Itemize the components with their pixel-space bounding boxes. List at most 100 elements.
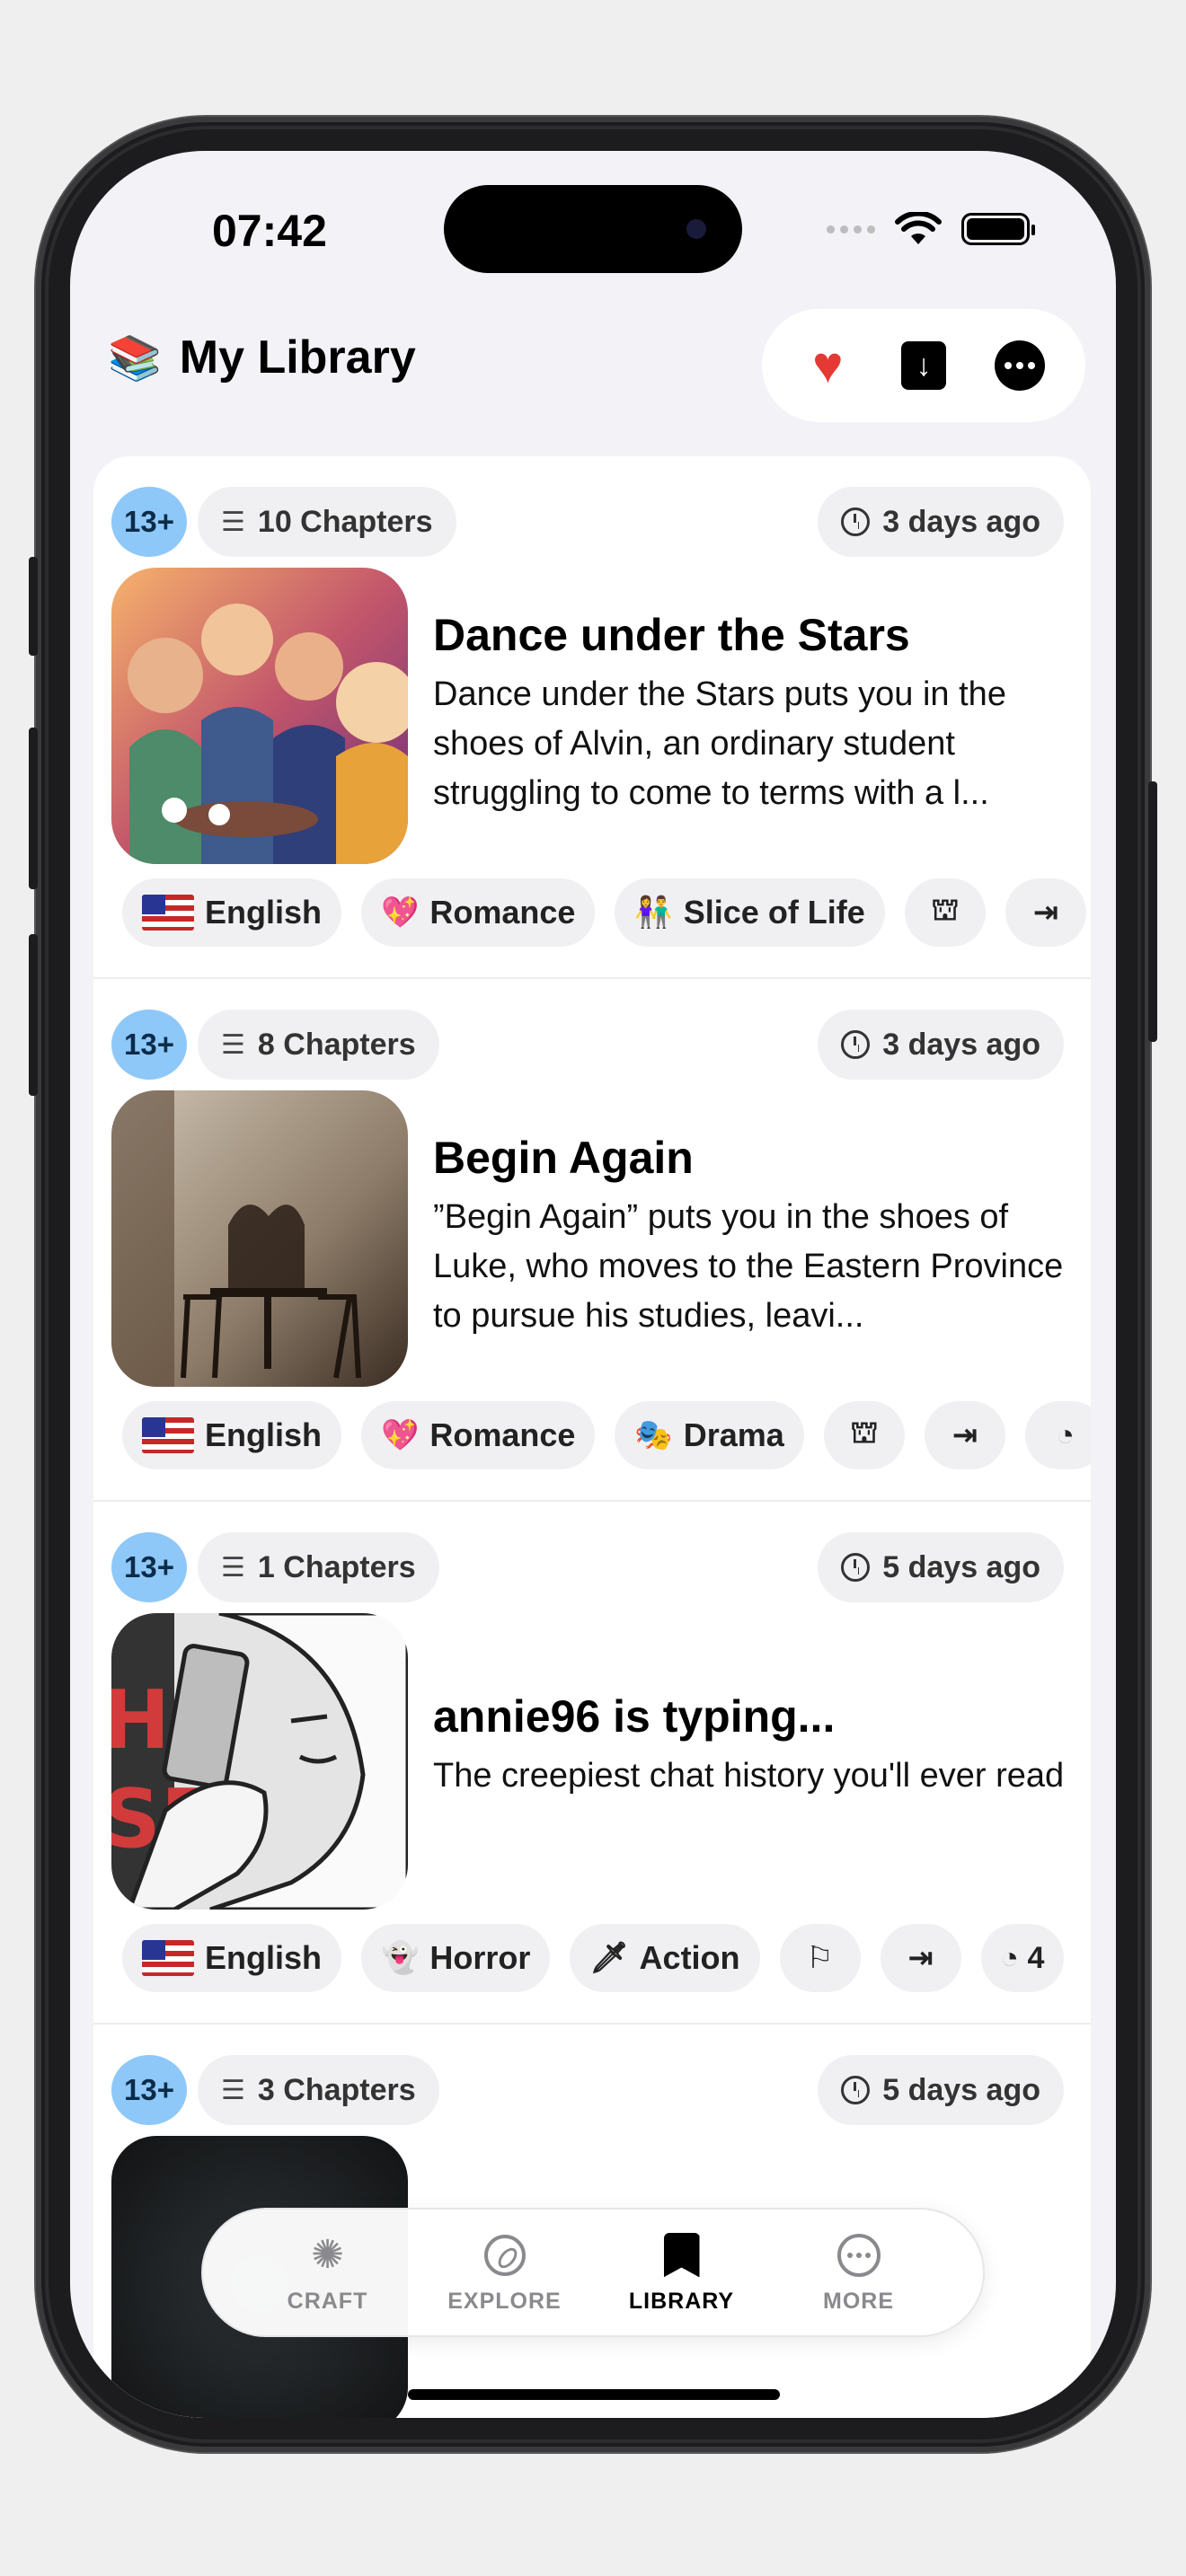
compass-icon	[483, 2234, 526, 2276]
tag-row: English 👻 Horror 🗡 Action ⚐ ⇥ ◔ 4	[122, 1924, 1065, 1992]
wifi-icon	[895, 212, 942, 244]
heart-icon: ♥	[812, 336, 844, 394]
clock-icon: ◔ 4	[1000, 1940, 1045, 1975]
battery-icon	[961, 213, 1035, 245]
age-rating-badge: 13+	[111, 2055, 187, 2125]
tab-bar: ✺ CRAFT EXPLORE LIBRARY MORE	[201, 2208, 985, 2337]
updated-pill: 5 days ago	[818, 1532, 1064, 1602]
more-options-button[interactable]	[991, 337, 1049, 394]
tag-setting[interactable]: ⛫	[904, 878, 986, 947]
sparkle-icon: ✺	[311, 2233, 344, 2277]
flag-icon: ⚐	[806, 1941, 834, 1975]
tag-length[interactable]: ⇥	[880, 1924, 961, 1992]
download-button[interactable]: ↓	[895, 337, 952, 394]
tag-genre[interactable]: 🎭 Drama	[615, 1401, 804, 1469]
tag-label: English	[205, 894, 323, 931]
tag-label: Romance	[429, 1416, 576, 1453]
updated-time: 3 days ago	[882, 504, 1040, 539]
age-rating-badge: 13+	[111, 1010, 187, 1080]
tag-label: Slice of Life	[683, 894, 865, 931]
story-cover-image[interactable]	[111, 1090, 408, 1387]
tab-label: EXPLORE	[447, 2288, 562, 2314]
chapters-count: 8 Chapters	[257, 1027, 416, 1062]
clock-icon	[841, 1553, 871, 1582]
chapters-count: 3 Chapters	[257, 2072, 416, 2107]
tag-setting[interactable]: ⛫	[823, 1401, 905, 1469]
story-title: Dance under the Stars	[433, 610, 910, 660]
chapters-pill: ☰ 10 Chapters	[198, 487, 456, 557]
tag-genre[interactable]: 💖 Romance	[361, 1401, 596, 1469]
age-rating-badge: 13+	[111, 1532, 187, 1602]
tag-length[interactable]: ⇥	[1005, 878, 1086, 947]
screen: 07:42 📚 My Library ♥ ↓ 13+ ☰ 10 Chapters…	[70, 151, 1116, 2418]
tab-label: CRAFT	[287, 2288, 368, 2314]
story-title: annie96 is typing...	[433, 1691, 836, 1742]
theater-masks-icon: 🎭	[634, 1418, 673, 1452]
updated-time: 3 days ago	[882, 1027, 1040, 1062]
list-icon: ☰	[221, 1029, 245, 1060]
header-actions: ♥ ↓	[762, 309, 1085, 422]
dagger-icon: 🗡	[589, 1941, 629, 1975]
updated-time: 5 days ago	[882, 1549, 1040, 1584]
tab-label: MORE	[823, 2288, 894, 2314]
couple-emoji-icon: 👫	[634, 895, 673, 930]
story-card[interactable]: 13+ ☰ 10 Chapters 3 days ago Dance under…	[93, 456, 1091, 979]
us-flag-icon	[142, 1417, 194, 1453]
bookmark-icon	[663, 2232, 700, 2278]
tag-setting[interactable]: ⚐	[779, 1924, 861, 1992]
updated-pill: 3 days ago	[818, 1010, 1064, 1080]
story-card[interactable]: 13+ ☰ 1 Chapters 5 days ago HE SE	[93, 1502, 1091, 2025]
story-list: 13+ ☰ 10 Chapters 3 days ago Dance under…	[93, 456, 1091, 2418]
more-icon	[836, 2233, 881, 2277]
tag-label: Horror	[429, 1939, 531, 1976]
story-cover-image[interactable]	[111, 568, 408, 864]
phone-side-button	[29, 934, 38, 1096]
tab-more[interactable]: MORE	[783, 2231, 935, 2315]
clock-icon	[841, 2076, 871, 2104]
tag-language[interactable]: English	[122, 878, 342, 947]
tag-genre[interactable]: 👫 Slice of Life	[615, 878, 885, 947]
tab-explore[interactable]: EXPLORE	[429, 2231, 581, 2315]
tab-label: LIBRARY	[628, 2288, 735, 2314]
list-icon: ☰	[221, 507, 245, 537]
story-title: Begin Again	[433, 1133, 694, 1183]
tab-library[interactable]: LIBRARY	[606, 2231, 758, 2315]
chapters-pill: ☰ 1 Chapters	[198, 1532, 439, 1602]
page-title: My Library	[179, 331, 416, 384]
phone-side-button	[29, 728, 38, 889]
header: 📚 My Library	[108, 331, 416, 384]
tag-genre[interactable]: 🗡 Action	[570, 1924, 760, 1992]
tag-length[interactable]: ⇥	[924, 1401, 1005, 1469]
tag-duration[interactable]: ◔ 4	[980, 1924, 1065, 1992]
story-description: Dance under the Stars puts you in the sh…	[433, 675, 1006, 812]
tag-language[interactable]: English	[122, 1401, 342, 1469]
tag-label: Action	[639, 1939, 740, 1976]
arrow-to-end-icon: ⇥	[907, 1941, 934, 1975]
tag-label: English	[205, 1416, 323, 1453]
heart-emoji-icon: 💖	[381, 1418, 420, 1452]
heart-emoji-icon: 💖	[381, 895, 420, 930]
updated-time: 5 days ago	[882, 2072, 1040, 2107]
books-icon: 📚	[108, 334, 162, 383]
favorites-button[interactable]: ♥	[799, 337, 856, 394]
tag-genre[interactable]: 👻 Horror	[361, 1924, 551, 1992]
tag-duration[interactable]: ◔	[1024, 1401, 1091, 1469]
us-flag-icon	[142, 895, 194, 931]
ellipsis-icon	[994, 340, 1045, 391]
us-flag-icon	[142, 1940, 194, 1976]
story-cover-image[interactable]: HE SE	[111, 1613, 408, 1910]
tag-label: Romance	[429, 894, 576, 931]
status-time: 07:42	[212, 206, 327, 256]
dynamic-island	[444, 185, 742, 273]
updated-pill: 5 days ago	[818, 2055, 1064, 2125]
clock-icon: ◔	[1056, 1417, 1075, 1452]
tag-genre[interactable]: 💖 Romance	[361, 878, 596, 947]
story-description: The creepiest chat history you'll ever r…	[433, 1757, 1065, 1795]
story-card[interactable]: 13+ ☰ 8 Chapters 3 days ago Begin Again …	[93, 979, 1091, 1502]
tag-language[interactable]: English	[122, 1924, 342, 1992]
phone-side-button	[29, 557, 38, 656]
tab-craft[interactable]: ✺ CRAFT	[252, 2231, 404, 2315]
arrow-to-end-icon: ⇥	[951, 1418, 978, 1452]
phone-side-button	[1148, 781, 1157, 1042]
tower-icon: ⛫	[850, 1416, 879, 1450]
